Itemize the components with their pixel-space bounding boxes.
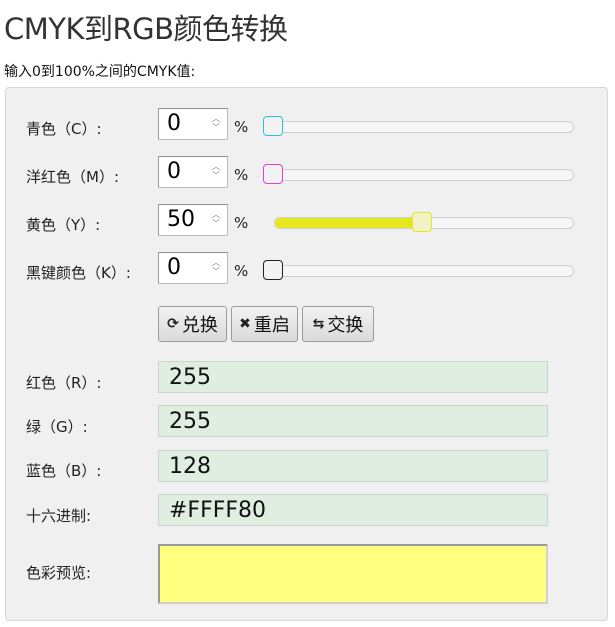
blue-output[interactable]: 128 [158,450,548,482]
refresh-icon: ⟳ [167,316,179,332]
green-output[interactable]: 255 [158,405,548,437]
red-value: 255 [169,365,211,390]
close-icon: ✖ [239,316,251,332]
reset-button-label: 重启 [253,315,290,336]
black-unit: % [234,262,249,280]
magenta-label: 洋红色（M）: [26,168,119,186]
page-title: CMYK到RGB颜色转换 [4,12,288,46]
yellow-unit: % [234,214,249,232]
cyan-value: 0 [167,111,181,136]
cyan-slider[interactable] [263,116,574,136]
blue-label: 蓝色（B）: [26,462,102,480]
hex-output[interactable]: #FFFF80 [158,494,548,526]
red-output[interactable]: 255 [158,361,548,393]
convert-button-label: 兑换 [181,315,218,336]
swap-button-label: 交换 [327,315,364,336]
yellow-slider[interactable] [274,212,574,232]
magenta-input[interactable]: 0 ︿ ﹀ [158,156,228,188]
black-label: 黑键颜色（K）: [26,264,131,282]
green-label: 绿（G）: [26,418,88,436]
blue-value: 128 [169,454,211,479]
spinner-arrows-icon[interactable]: ︿ ﹀ [209,210,223,230]
swap-button[interactable]: ⇆ 交换 [302,306,374,342]
green-value: 255 [169,409,211,434]
swap-icon: ⇆ [312,316,325,332]
black-input[interactable]: 0 ︿ ﹀ [158,252,228,284]
preview-label: 色彩预览: [26,564,92,582]
convert-button[interactable]: ⟳ 兑换 [158,306,227,342]
hex-label: 十六进制: [26,507,92,525]
magenta-unit: % [234,166,249,184]
black-value: 0 [167,255,181,280]
magenta-slider[interactable] [263,164,574,184]
cyan-label: 青色（C）: [26,120,102,138]
magenta-slider-handle[interactable] [263,164,283,184]
hex-value: #FFFF80 [169,498,267,523]
yellow-value: 50 [167,207,195,232]
converter-panel: 青色（C）: 0 ︿ ﹀ % 洋红色（M）: 0 ︿ ﹀ % 黄色（Y）: 50 ︿… [5,87,608,621]
spinner-arrows-icon[interactable]: ︿ ﹀ [209,258,223,278]
color-preview [158,544,548,604]
spinner-arrows-icon[interactable]: ︿ ﹀ [209,114,223,134]
cyan-unit: % [234,118,249,136]
cyan-input[interactable]: 0 ︿ ﹀ [158,108,228,140]
yellow-slider-handle[interactable] [412,212,432,232]
yellow-label: 黄色（Y）: [26,216,101,234]
yellow-input[interactable]: 50 ︿ ﹀ [158,204,228,236]
black-slider-handle[interactable] [263,260,283,280]
reset-button[interactable]: ✖ 重启 [231,306,298,342]
spinner-arrows-icon[interactable]: ︿ ﹀ [209,162,223,182]
black-slider[interactable] [263,260,574,280]
magenta-value: 0 [167,159,181,184]
cyan-slider-handle[interactable] [263,116,283,136]
instruction-text: 输入0到100%之间的CMYK值: [4,64,196,80]
red-label: 红色（R）: [26,374,102,392]
yellow-slider-fill [275,218,418,228]
